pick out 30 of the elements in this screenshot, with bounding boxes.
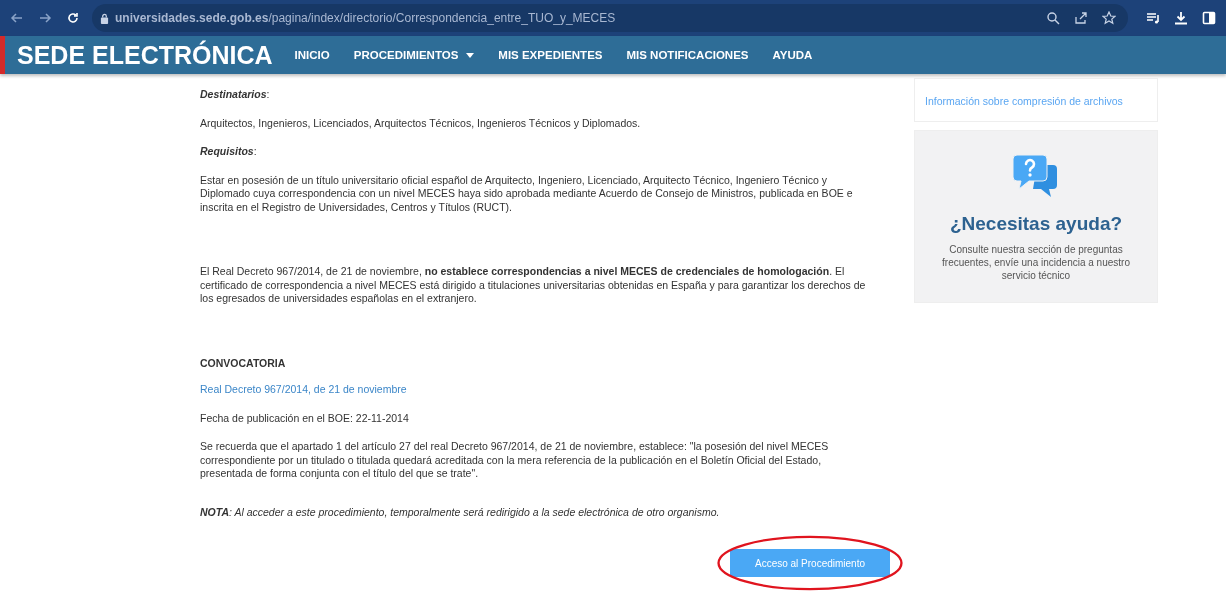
address-bar[interactable]: universidades.sede.gob.es/pagina/index/directorio/Correspondencia_entre_TUO_y_MECES [92,4,1128,32]
section-label: Destinatarios: [200,88,270,100]
star-icon[interactable] [1102,11,1116,25]
decree-link[interactable]: Real Decreto 967/2014, de 21 de noviembre [200,383,407,395]
lock-icon [100,12,109,24]
nav-link[interactable]: INICIO [294,49,330,61]
help-text: Consulte nuestra sección de preguntas frecuentes, envíe una incidencia a nuestro servicio técnico [941,243,1131,282]
nav-link[interactable]: MIS NOTIFICACIONES [626,49,749,61]
body-text: Arquitectos, Ingenieros, Licenciados, Arquitectos Técnicos, Ingenieros Técnicos y Diplomados. [200,116,642,130]
nav-link[interactable]: MIS EXPEDIENTES [498,49,603,61]
back-icon[interactable] [10,11,24,25]
help-title: ¿Necesitas ayuda? [948,213,1124,235]
download-icon[interactable] [1174,11,1188,25]
nav-link[interactable]: PROCEDIMIENTOS [353,49,475,61]
reload-icon[interactable] [66,11,80,25]
body-text: Se recuerda que el apartado 1 del artículo 27 del real Decreto 967/2014, de 21 de noviembre, establece: "la posesión del nivel MECES correspondiente por un titulado o titulada quedará acreditada con la mera referencia de la publicación en el Boletín Oficial del Estado, presentada de forma conjunta con el título del que se trate". [200,440,830,481]
section-heading: CONVOCATORIA [200,356,287,370]
side-panel-icon[interactable] [1202,11,1216,25]
section-label: Requisitos: [200,145,257,157]
share-icon[interactable] [1074,11,1088,25]
caret-icon [466,52,475,58]
body-text: Estar en posesión de un título universitario oficial español de Arquitecto, Ingeniero, Licenciado, Arquitecto Técnico, Ingeniero Técnico y Diplomado cuya correspondencia con un nivel MECES haya sido aprobada mediante Acuerdo de Consejo de Ministros, publicada en BOE e inscrita en el Registro de Universidades, Centros y Títulos (RUCT). [200,173,854,214]
media-queue-icon[interactable] [1146,11,1160,25]
body-text: Fecha de publicación en el BOE: 22-11-2014 [200,411,410,425]
body-text: El Real Decreto 967/2014, de 21 de noviembre, no establece correspondencias a nivel MECES de credenciales de homologación. El certificado de correspondencia a nivel MECES está dirigido a titulaciones universitarias obtenidas en España y para garantizar los derechos de los egresados de universidades españolas en el extranjero. [200,265,867,306]
nav-link[interactable]: AYUDA [772,49,813,61]
note-text: NOTA: Al acceder a este procedimiento, temporalmente será redirigido a la sede electrónica de otro organismo. [200,505,721,519]
forward-icon[interactable] [38,11,52,25]
site-title: SEDE ELECTRÓNICA [17,40,273,70]
zoom-icon[interactable] [1046,11,1060,25]
